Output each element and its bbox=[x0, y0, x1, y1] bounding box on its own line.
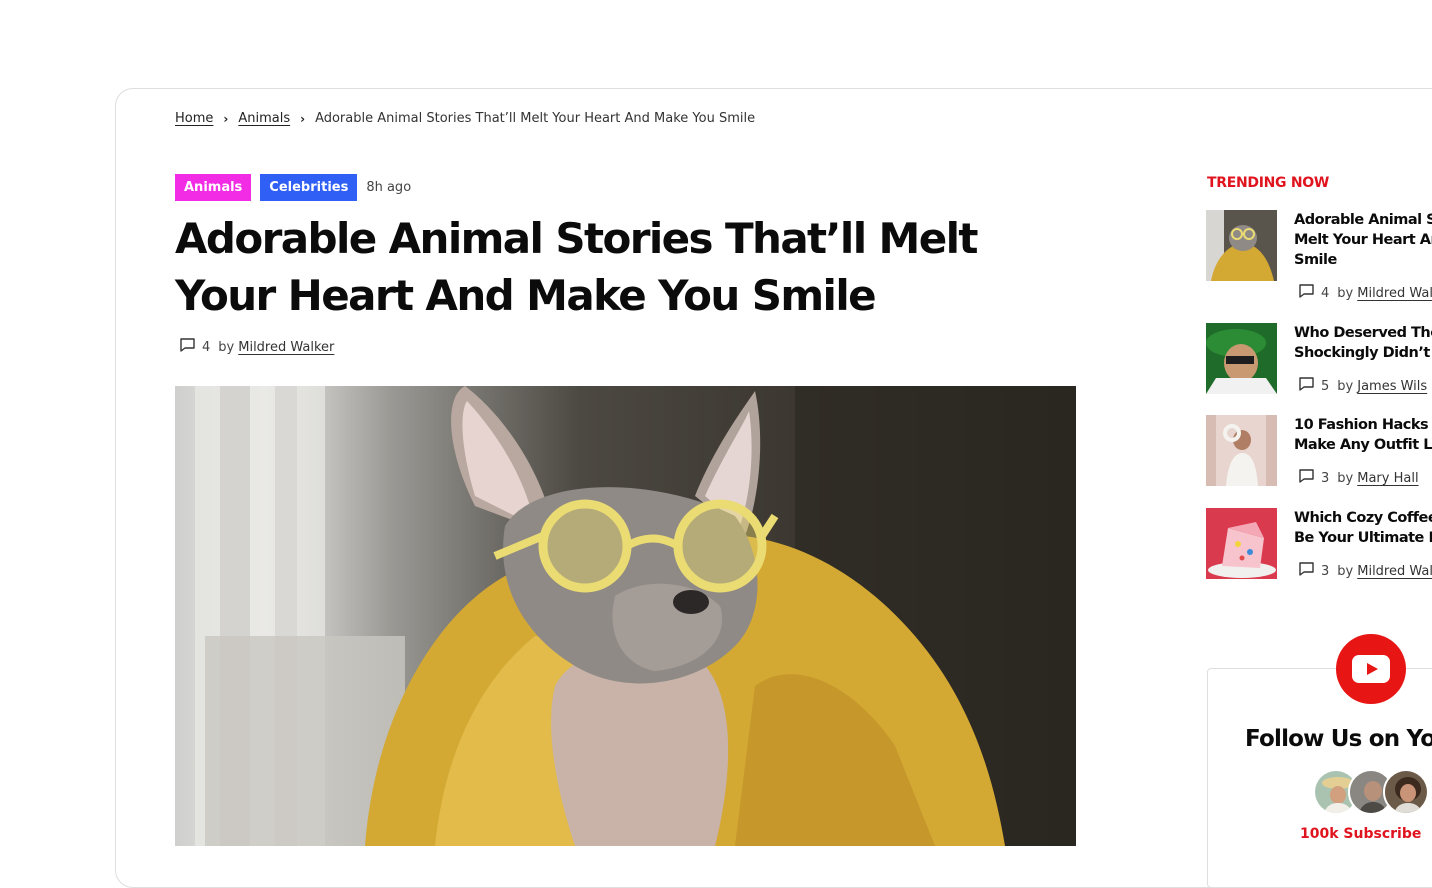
comment-count: 4 bbox=[1321, 285, 1330, 301]
by-label: by bbox=[1337, 378, 1354, 394]
article-title: Adorable Animal Stories That’ll Melt You… bbox=[175, 214, 978, 320]
article-meta: Animals Celebrities 8h ago bbox=[175, 174, 411, 201]
subscribers-count: 100k Subscribe bbox=[1300, 826, 1422, 842]
trending-meta: 3 by Mildred Wal bbox=[1298, 561, 1432, 581]
fashion-thumbnail-icon bbox=[1206, 415, 1277, 486]
trending-title[interactable]: Who Deserved The Shockingly Didn’t ( bbox=[1294, 323, 1432, 363]
comment-count: 5 bbox=[1321, 378, 1330, 394]
comment-icon[interactable] bbox=[1298, 468, 1315, 488]
trending-thumbnail[interactable] bbox=[1206, 210, 1277, 281]
green-hat-thumbnail-icon bbox=[1206, 323, 1277, 394]
by-label: by bbox=[1337, 470, 1354, 486]
by-label: by bbox=[1337, 285, 1354, 301]
comment-icon[interactable] bbox=[1298, 283, 1315, 303]
trending-title[interactable]: Which Cozy Coffee Be Your Ultimate H bbox=[1294, 508, 1432, 548]
trending-meta: 5 by James Wils bbox=[1298, 376, 1427, 396]
cat-thumbnail-icon bbox=[1206, 210, 1277, 281]
breadcrumb-separator: › bbox=[223, 111, 229, 126]
comment-count: 3 bbox=[1321, 563, 1330, 579]
tag-animals[interactable]: Animals bbox=[175, 174, 252, 201]
publish-time: 8h ago bbox=[366, 180, 412, 195]
trending-meta: 4 by Mildred Wal bbox=[1298, 283, 1432, 303]
comment-icon[interactable] bbox=[1298, 561, 1315, 581]
comment-count: 3 bbox=[1321, 470, 1330, 486]
breadcrumb-current: Adorable Animal Stories That’ll Melt You… bbox=[315, 111, 756, 126]
avatar bbox=[1383, 769, 1429, 815]
comment-count: 4 bbox=[202, 339, 211, 355]
author-link[interactable]: Mildred Wal bbox=[1357, 564, 1432, 579]
breadcrumb-category-link[interactable]: Animals bbox=[238, 111, 290, 126]
trending-thumbnail[interactable] bbox=[1206, 323, 1277, 394]
trending-thumbnail[interactable] bbox=[1206, 508, 1277, 579]
trending-title[interactable]: 10 Fashion Hacks T Make Any Outfit Lo bbox=[1294, 415, 1432, 455]
trending-meta: 3 by Mary Hall bbox=[1298, 468, 1419, 488]
comment-icon[interactable] bbox=[179, 337, 196, 357]
breadcrumb-separator: › bbox=[300, 111, 306, 126]
cake-thumbnail-icon bbox=[1206, 508, 1277, 579]
author-link[interactable]: Mildred Wal bbox=[1357, 286, 1432, 301]
comment-icon[interactable] bbox=[1298, 376, 1315, 396]
author-link[interactable]: Mary Hall bbox=[1357, 471, 1418, 486]
breadcrumb-home-link[interactable]: Home bbox=[175, 111, 213, 126]
trending-heading: TRENDING NOW bbox=[1207, 175, 1329, 191]
author-link[interactable]: James Wils bbox=[1357, 379, 1427, 394]
follow-title: Follow Us on You bbox=[1245, 726, 1432, 752]
trending-thumbnail[interactable] bbox=[1206, 415, 1277, 486]
breadcrumb: Home › Animals › Adorable Animal Stories… bbox=[175, 111, 755, 126]
article-byline: 4 by Mildred Walker bbox=[179, 337, 334, 357]
tag-celebrities[interactable]: Celebrities bbox=[260, 174, 358, 201]
sphynx-cat-photo-icon bbox=[195, 386, 1076, 846]
youtube-button[interactable] bbox=[1336, 634, 1406, 704]
trending-title[interactable]: Adorable Animal S Melt Your Heart Ar Smi… bbox=[1294, 210, 1432, 270]
author-link[interactable]: Mildred Walker bbox=[238, 340, 334, 355]
youtube-play-icon bbox=[1352, 655, 1390, 683]
by-label: by bbox=[1337, 563, 1354, 579]
by-label: by bbox=[218, 339, 235, 355]
hero-image bbox=[175, 386, 1076, 846]
